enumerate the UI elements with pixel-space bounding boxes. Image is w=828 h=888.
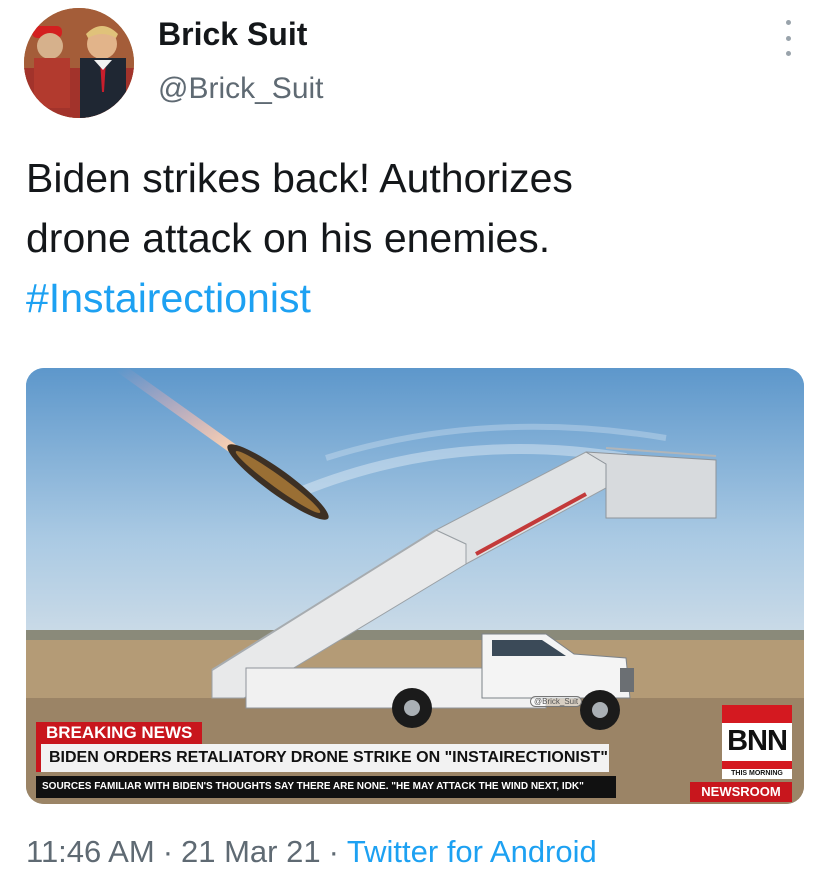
tweet-text: Biden strikes back! Authorizes drone att…: [26, 148, 786, 328]
separator: ·: [328, 834, 339, 869]
tweet-time[interactable]: 11:46 AM: [26, 834, 155, 869]
author-name[interactable]: Brick Suit: [158, 16, 307, 53]
tweet-line-1: Biden strikes back! Authorizes: [26, 155, 573, 201]
more-vertical-icon[interactable]: [776, 20, 800, 56]
tweet-date[interactable]: 21 Mar 21: [181, 834, 321, 869]
tweet-metadata: 11:46 AM · 21 Mar 21 · Twitter for Android: [26, 834, 597, 870]
breaking-news-label: BREAKING NEWS: [36, 722, 203, 744]
network-subtitle: THIS MORNING: [722, 769, 792, 779]
separator: ·: [162, 834, 174, 869]
client-link[interactable]: Twitter for Android: [347, 834, 597, 869]
news-headline: BIDEN ORDERS RETALIATORY DRONE STRIKE ON…: [36, 744, 609, 772]
tweet-line-2: drone attack on his enemies.: [26, 215, 551, 261]
news-ticker: SOURCES FAMILIAR WITH BIDEN'S THOUGHTS S…: [36, 776, 616, 798]
avatar[interactable]: [24, 8, 134, 118]
network-logo: BNN: [722, 705, 792, 769]
hashtag-link[interactable]: #Instairectionist: [26, 268, 786, 328]
profile-photo: [24, 8, 134, 118]
tweet-media-image[interactable]: @Brick_Suit BREAKING NEWS BIDEN ORDERS R…: [26, 368, 804, 804]
program-name: NEWSROOM: [690, 782, 792, 802]
author-handle[interactable]: @Brick_Suit: [158, 72, 324, 106]
image-watermark: @Brick_Suit: [530, 696, 583, 707]
network-name: BNN: [727, 725, 788, 757]
